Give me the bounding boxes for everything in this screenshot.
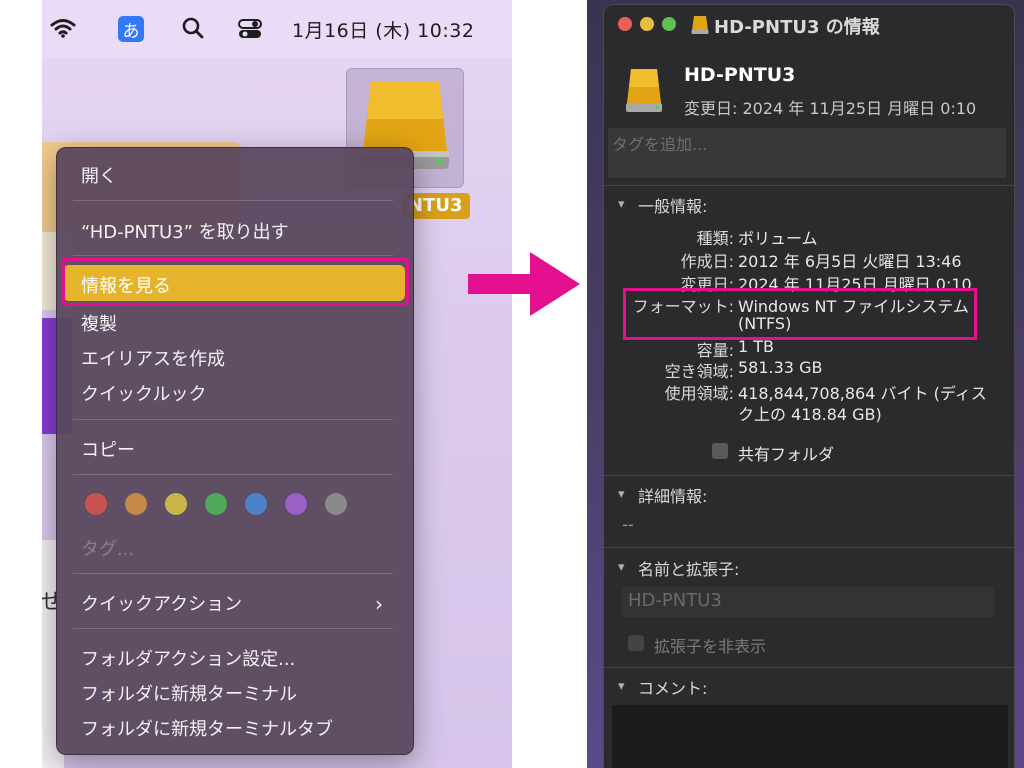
section-more-info-title[interactable]: 詳細情報:: [638, 483, 707, 507]
input-method-icon[interactable]: あ: [118, 16, 144, 42]
annotation-highlight-box: [62, 258, 409, 306]
window-title: HD-PNTU3 の情報: [714, 17, 880, 38]
info-row-value: 2012 年 6月5日 火曜日 13:46: [738, 252, 962, 271]
menu-item-quick-actions[interactable]: クイックアクション: [81, 590, 242, 616]
chevron-down-icon[interactable]: ▾: [618, 487, 625, 502]
menu-separator: [73, 573, 393, 574]
info-row-value: 581.33 GB: [738, 358, 823, 377]
get-info-window: HD-PNTU3 の情報 HD-PNTU3 変更日: 2024 年 11月25日…: [603, 4, 1015, 768]
info-row-key: 使用領域:: [664, 384, 734, 403]
menu-separator: [73, 474, 393, 475]
info-row-key: 作成日:: [680, 252, 734, 271]
tag-color-dot[interactable]: [325, 493, 347, 515]
arrow-right-icon: [468, 252, 580, 316]
menu-bar-clock[interactable]: 1月16日 (木) 10:32: [292, 16, 474, 43]
section-general-title[interactable]: 一般情報:: [638, 193, 707, 217]
tag-color-dot[interactable]: [125, 493, 147, 515]
annotation-highlight-box: [623, 288, 977, 340]
menu-item-tags[interactable]: タグ...: [81, 535, 134, 561]
chevron-right-icon: ›: [375, 592, 383, 616]
info-row-value: ボリューム: [738, 229, 818, 248]
menu-separator: [73, 255, 393, 256]
zoom-button[interactable]: [662, 17, 676, 31]
menu-item-duplicate[interactable]: 複製: [81, 310, 117, 336]
minimize-button[interactable]: [640, 17, 654, 31]
external-drive-icon: [626, 69, 662, 112]
section-divider: [604, 547, 1014, 548]
control-center-icon[interactable]: [238, 19, 262, 39]
hide-extension-checkbox[interactable]: [628, 635, 644, 651]
info-row-value: ク上の 418.84 GB): [738, 405, 882, 424]
menu-item-copy[interactable]: コピー: [81, 436, 135, 462]
name-field-value: HD-PNTU3: [628, 590, 722, 611]
right-screenshot: HD-PNTU3 の情報 HD-PNTU3 変更日: 2024 年 11月25日…: [587, 0, 1024, 768]
info-row-key: 空き領域:: [664, 362, 734, 381]
more-info-value: --: [622, 515, 634, 534]
info-row-key: 種類:: [696, 229, 734, 248]
menu-item-quick-look[interactable]: クイックルック: [81, 380, 206, 406]
hide-extension-label: 拡張子を非表示: [654, 637, 767, 656]
section-divider: [604, 667, 1014, 668]
menu-item-folder-action-settings[interactable]: フォルダアクション設定...: [81, 645, 295, 671]
drive-icon: [691, 16, 709, 34]
menu-item-make-alias[interactable]: エイリアスを作成: [81, 345, 225, 371]
menu-separator: [73, 200, 393, 201]
tag-color-dot[interactable]: [85, 493, 107, 515]
close-button[interactable]: [618, 17, 632, 31]
menu-item-new-terminal[interactable]: フォルダに新規ターミナル: [81, 680, 297, 706]
left-screenshot: あ 1月16日 (木) 10:32 せ NTU3 開く “HD-PNTU3” を…: [42, 0, 512, 768]
wifi-icon[interactable]: [50, 18, 76, 38]
context-menu: 開く “HD-PNTU3” を取り出す 情報を見る 複製 エイリアスを作成 クイ…: [56, 147, 414, 755]
chevron-down-icon[interactable]: ▾: [618, 197, 625, 212]
menu-separator: [73, 628, 393, 629]
section-divider: [604, 185, 1014, 186]
menu-item-open[interactable]: 開く: [81, 162, 117, 188]
tag-color-dot[interactable]: [245, 493, 267, 515]
section-comments-title[interactable]: コメント:: [638, 675, 707, 699]
tag-color-dot[interactable]: [205, 493, 227, 515]
item-name: HD-PNTU3: [684, 64, 796, 86]
section-divider: [604, 475, 1014, 476]
menu-item-new-terminal-tab[interactable]: フォルダに新規ターミナルタブ: [81, 715, 333, 741]
tag-color-dot[interactable]: [285, 493, 307, 515]
menu-separator: [73, 419, 393, 420]
shared-folder-label: 共有フォルダ: [738, 445, 835, 464]
chevron-down-icon[interactable]: ▾: [618, 679, 625, 694]
search-icon[interactable]: [182, 17, 204, 39]
comments-field[interactable]: [612, 705, 1008, 768]
shared-folder-checkbox[interactable]: [712, 443, 728, 459]
tag-color-dot[interactable]: [165, 493, 187, 515]
menu-item-eject[interactable]: “HD-PNTU3” を取り出す: [81, 218, 289, 244]
item-modified-date: 変更日: 2024 年 11月25日 月曜日 0:10: [684, 99, 977, 118]
section-name-ext-title[interactable]: 名前と拡張子:: [638, 556, 739, 580]
tags-placeholder: タグを追加...: [612, 135, 708, 154]
menu-bar: あ 1月16日 (木) 10:32: [42, 0, 512, 58]
chevron-down-icon[interactable]: ▾: [618, 560, 625, 575]
